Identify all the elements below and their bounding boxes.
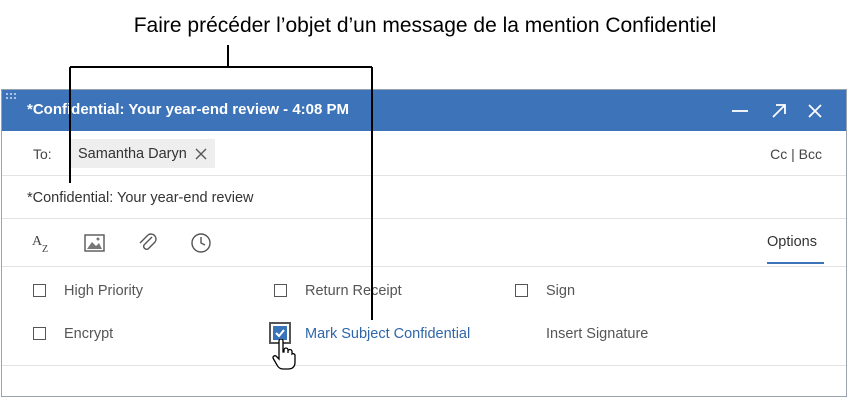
hand-cursor-icon	[272, 339, 296, 370]
recipients-row: To: Samantha Daryn Cc | Bcc	[2, 131, 846, 176]
sign-checkbox[interactable]	[515, 284, 528, 297]
pop-out-icon[interactable]	[766, 98, 792, 124]
text-format-icon[interactable]: A Z	[31, 232, 55, 254]
subject-row[interactable]: *Confidential: Your year-end review	[2, 176, 846, 219]
drag-grip-icon[interactable]	[5, 92, 19, 102]
encrypt-checkbox[interactable]	[33, 327, 46, 340]
mark-subject-confidential-label[interactable]: Mark Subject Confidential	[305, 326, 470, 342]
return-receipt-checkbox[interactable]	[274, 284, 287, 297]
high-priority-checkbox[interactable]	[33, 284, 46, 297]
image-icon[interactable]	[83, 232, 107, 254]
checkmark-icon	[275, 329, 285, 338]
recipient-name: Samantha Daryn	[78, 145, 187, 162]
svg-text:Z: Z	[42, 244, 48, 254]
encrypt-label: Encrypt	[64, 326, 114, 342]
tab-options-indicator	[767, 262, 824, 264]
subject-field[interactable]: *Confidential: Your year-end review	[27, 190, 254, 206]
toolbar-row: A Z Options	[2, 219, 846, 267]
title-bar[interactable]: *Confidential: Your year-end review - 4:…	[2, 90, 846, 131]
tab-options[interactable]: Options	[767, 234, 817, 250]
cc-bcc-link[interactable]: Cc | Bcc	[770, 146, 822, 162]
to-label: To:	[33, 146, 52, 162]
sign-label: Sign	[546, 283, 576, 299]
compose-window: *Confidential: Your year-end review - 4:…	[1, 89, 847, 397]
minimize-icon[interactable]	[727, 98, 753, 124]
clock-icon[interactable]	[189, 232, 213, 254]
remove-recipient-icon[interactable]	[195, 148, 207, 160]
options-divider	[2, 365, 846, 366]
annotation-caption: Faire précéder l’objet d’un message de l…	[133, 14, 717, 37]
high-priority-label: High Priority	[64, 283, 143, 299]
return-receipt-label: Return Receipt	[305, 283, 402, 299]
insert-signature-link[interactable]: Insert Signature	[546, 326, 648, 342]
recipient-chip[interactable]: Samantha Daryn	[70, 139, 215, 168]
attachment-icon[interactable]	[136, 232, 160, 254]
window-title: *Confidential: Your year-end review - 4:…	[27, 101, 350, 118]
close-icon[interactable]	[802, 98, 828, 124]
